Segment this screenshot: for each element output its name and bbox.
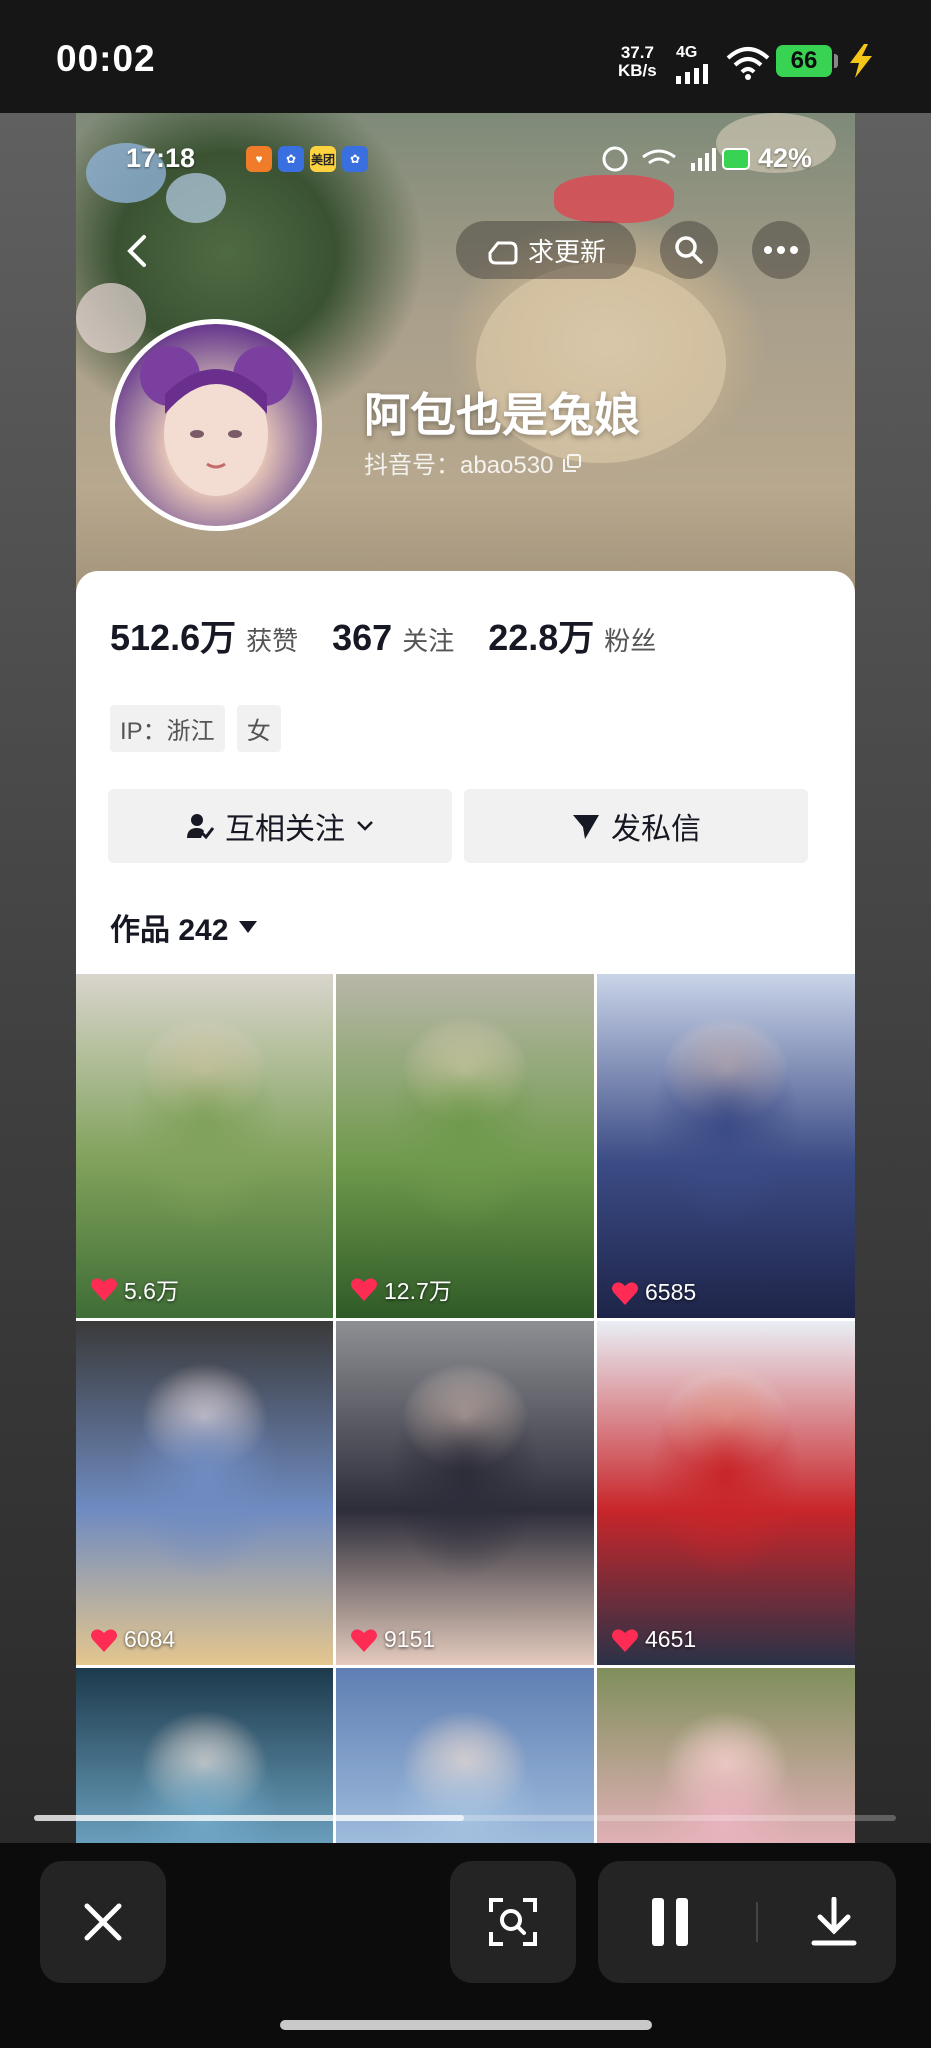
video-thumbnail[interactable]: 6084	[76, 1321, 333, 1665]
douyin-id-text: 抖音号：abao530	[364, 452, 554, 479]
wifi-icon	[726, 47, 770, 80]
copy-icon	[563, 453, 582, 472]
followers-label[interactable]: 粉丝	[604, 621, 656, 658]
notification-icons: ♥ ✿ 美团 ✿	[246, 146, 368, 172]
video-thumbnail[interactable]: 6585	[597, 974, 855, 1318]
net-speed-value: 37.7	[620, 43, 654, 62]
pause-button[interactable]	[610, 1872, 730, 1972]
profile-actions: 互相关注 发私信	[108, 789, 808, 863]
notif-meituan-icon: 美团	[310, 146, 336, 172]
controls-divider	[756, 1902, 758, 1942]
net-speed: 37.7 KB/s	[618, 44, 657, 80]
request-update-label: 求更新	[527, 236, 606, 267]
gender-tag: 女	[236, 705, 281, 752]
app-status-icons	[602, 146, 750, 172]
profile-stats: 512.6万 获赞 367 关注 22.8万 粉丝	[110, 609, 690, 661]
notif-app-icon: ✿	[342, 146, 368, 172]
send-message-button[interactable]: 发私信	[464, 789, 808, 863]
profile-card: 512.6万 获赞 367 关注 22.8万 粉丝 IP：浙江 女 互相关注 发…	[76, 571, 855, 1843]
close-button[interactable]	[40, 1861, 166, 1983]
chevron-left-icon	[127, 235, 146, 267]
profile-username: 阿包也是兔娘	[364, 389, 640, 441]
more-button[interactable]	[752, 221, 810, 279]
cover-flower	[76, 283, 146, 353]
notif-app-icon: ✿	[278, 146, 304, 172]
avatar-image	[140, 346, 293, 496]
app-status-time: 17:18	[126, 143, 196, 173]
video-thumbnail[interactable]: 9151	[336, 1321, 594, 1665]
douyin-id[interactable]: 抖音号：abao530	[364, 445, 582, 480]
video-like-text: 12.7万	[384, 1278, 452, 1304]
works-tab[interactable]: 作品 242	[110, 905, 258, 949]
following-label[interactable]: 关注	[402, 621, 454, 658]
send-message-label: 发私信	[611, 813, 701, 846]
profile-avatar[interactable]	[110, 319, 322, 531]
close-icon	[84, 1903, 122, 1941]
video-like-count: 6585	[611, 1279, 696, 1306]
heart-icon	[351, 1278, 377, 1301]
battery-indicator: 66	[776, 45, 832, 77]
playback-scrollbar-thumb[interactable]	[34, 1815, 464, 1821]
mutual-follow-label: 互相关注	[225, 813, 345, 846]
notif-app-icon: ♥	[246, 146, 272, 172]
video-like-text: 5.6万	[124, 1278, 179, 1304]
battery-tip	[834, 54, 838, 68]
video-like-count: 12.7万	[350, 1272, 452, 1306]
recorder-controls	[0, 1843, 931, 2048]
video-like-text: 6585	[645, 1279, 697, 1305]
more-dots-icon	[764, 246, 798, 254]
video-like-count: 6084	[90, 1626, 175, 1653]
app-battery-percent: 42%	[758, 143, 813, 173]
cover-bow	[554, 175, 674, 223]
search-button[interactable]	[660, 221, 718, 279]
download-icon	[811, 1897, 857, 1946]
video-grid: 5.6万 12.7万 6585 6084 9151 4651	[76, 974, 855, 1843]
pause-icon	[652, 1898, 688, 1946]
mutual-follow-button[interactable]: 互相关注	[108, 789, 452, 863]
likes-count: 512.6万	[110, 617, 237, 658]
likes-label: 获赞	[246, 626, 299, 656]
video-thumbnail[interactable]: 12.7万	[336, 974, 594, 1318]
video-thumbnail[interactable]: 4651	[597, 1321, 855, 1665]
signal-icon	[676, 64, 708, 84]
video-like-count: 4651	[611, 1626, 696, 1653]
user-check-icon	[187, 814, 215, 840]
heart-icon	[612, 1281, 638, 1305]
app-screen: 17:18 ♥ ✿ 美团 ✿ 42% 求更新 阿包也是兔娘 抖音号：abao53…	[76, 113, 855, 1843]
hand-point-icon	[488, 241, 518, 265]
scan-button[interactable]	[450, 1861, 576, 1983]
request-update-button[interactable]: 求更新	[456, 221, 636, 279]
recorder-clock: 00:02	[56, 38, 156, 79]
recorder-status-bar: 00:02 37.7 KB/s 4G 66	[0, 0, 931, 113]
heart-icon	[612, 1628, 638, 1652]
video-like-text: 4651	[645, 1626, 697, 1652]
playback-controls	[598, 1861, 896, 1983]
download-button[interactable]	[784, 1872, 884, 1972]
video-like-text: 6084	[124, 1626, 176, 1652]
send-icon	[573, 815, 599, 839]
followers-count[interactable]: 22.8万	[488, 609, 594, 661]
net-type-label: 4G	[676, 44, 698, 61]
following-count[interactable]: 367	[332, 617, 392, 659]
search-icon	[675, 236, 703, 264]
heart-icon	[91, 1628, 117, 1652]
ip-location-tag: IP：浙江	[110, 705, 225, 752]
caret-down-icon	[239, 921, 258, 933]
works-label: 作品 242	[110, 914, 229, 947]
video-like-count: 9151	[350, 1626, 435, 1653]
profile-tags: IP：浙江 女	[110, 705, 281, 752]
heart-icon	[351, 1628, 377, 1652]
heart-icon	[91, 1278, 117, 1301]
video-like-text: 9151	[384, 1626, 436, 1652]
video-like-count: 5.6万	[90, 1272, 179, 1306]
home-indicator[interactable]	[280, 2020, 652, 2030]
charging-bolt-icon	[850, 44, 872, 78]
back-button[interactable]	[118, 231, 158, 271]
cover-flower	[166, 173, 226, 223]
chevron-down-icon	[357, 821, 373, 831]
video-thumbnail[interactable]: 5.6万	[76, 974, 333, 1318]
scan-search-icon	[489, 1898, 537, 1946]
net-speed-unit: KB/s	[618, 61, 657, 80]
